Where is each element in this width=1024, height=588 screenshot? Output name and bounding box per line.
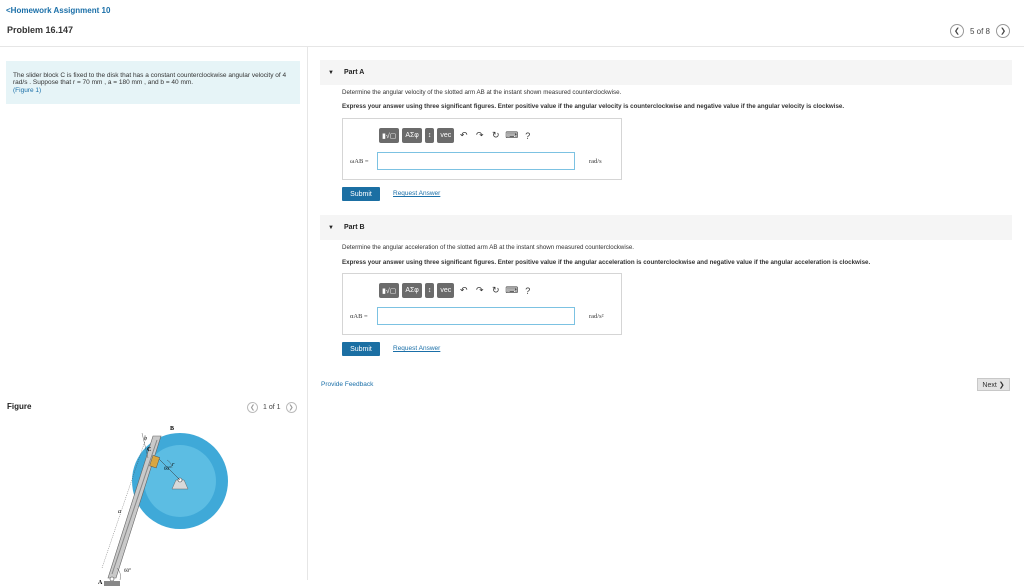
collapse-triangle-icon[interactable]: ▼ — [328, 70, 334, 76]
part-a-header[interactable]: ▼ Part A — [320, 60, 1012, 85]
vector-button[interactable]: vec — [437, 128, 455, 143]
prev-problem-button[interactable]: ❮ — [949, 24, 964, 38]
next-problem-button[interactable]: ❯ — [996, 24, 1010, 38]
redo-icon[interactable]: ↷ — [473, 283, 486, 298]
part-b-answer-box: ▮√▢ ΑΣφ ↕ vec ↶ ↷ ↻ ⌨ ? αAB = rad/s² — [342, 273, 622, 335]
arrows-button[interactable]: ↕ — [424, 128, 435, 143]
provide-feedback-link[interactable]: Provide Feedback — [321, 381, 373, 388]
mechanism-figure: b B C r 60° a A 60° — [98, 426, 228, 586]
part-a-instruction: Express your answer using three signific… — [342, 103, 845, 110]
figure-link[interactable]: (Figure 1) — [13, 87, 41, 94]
next-figure-button[interactable]: ❯ — [285, 402, 297, 413]
top-bar: <Homework Assignment 10 Problem 16.147 ❮… — [0, 0, 1024, 47]
part-b-submit-button[interactable]: Submit — [342, 342, 380, 356]
label-B: B — [170, 426, 174, 432]
math-toolbar: ▮√▢ ΑΣφ ↕ vec ↶ ↷ ↻ ⌨ ? — [379, 283, 534, 298]
part-a-answer-box: ▮√▢ ΑΣφ ↕ vec ↶ ↷ ↻ ⌨ ? ωAB = rad/s — [342, 118, 622, 180]
label-A: A — [98, 580, 103, 586]
reset-icon[interactable]: ↻ — [489, 128, 502, 143]
left-panel: The slider block C is fixed to the disk … — [0, 46, 308, 586]
part-a-question: Determine the angular velocity of the sl… — [342, 89, 622, 96]
redo-icon[interactable]: ↷ — [473, 128, 486, 143]
math-toolbar: ▮√▢ ΑΣφ ↕ vec ↶ ↷ ↻ ⌨ ? — [379, 128, 534, 143]
next-button[interactable]: Next ❯ — [977, 378, 1010, 391]
label-angle-bottom: 60° — [124, 569, 131, 574]
part-b-request-answer-link[interactable]: Request Answer — [393, 345, 440, 352]
figure-pager: ❮ 1 of 1 ❯ — [247, 402, 297, 413]
label-a: a — [118, 509, 121, 515]
part-a-submit-button[interactable]: Submit — [342, 187, 380, 201]
part-a-unit: rad/s — [589, 158, 602, 165]
collapse-triangle-icon[interactable]: ▼ — [328, 225, 334, 231]
part-b-header[interactable]: ▼ Part B — [320, 215, 1012, 240]
part-b-title: Part B — [343, 224, 365, 231]
help-icon[interactable]: ? — [521, 283, 534, 298]
part-a-title: Part A — [343, 69, 365, 76]
prev-figure-button[interactable]: ❮ — [247, 402, 258, 413]
help-icon[interactable]: ? — [521, 128, 534, 143]
label-C: C — [147, 447, 151, 453]
label-angle-top: 60° — [164, 467, 171, 472]
part-b-question: Determine the angular acceleration of th… — [342, 244, 634, 251]
templates-button[interactable]: ▮√▢ — [379, 128, 400, 143]
keyboard-icon[interactable]: ⌨ — [505, 283, 518, 298]
back-to-assignment-link[interactable]: <Homework Assignment 10 — [6, 6, 110, 15]
part-b-answer-label: αAB = — [350, 313, 368, 320]
templates-button[interactable]: ▮√▢ — [379, 283, 400, 298]
arrows-button[interactable]: ↕ — [424, 283, 435, 298]
part-b-answer-input[interactable] — [377, 307, 575, 325]
keyboard-icon[interactable]: ⌨ — [505, 128, 518, 143]
vector-button[interactable]: vec — [437, 283, 455, 298]
figure-heading: Figure — [7, 402, 32, 411]
problem-pager: ❮ 5 of 8 ❯ — [949, 24, 1010, 38]
part-a-answer-input[interactable] — [377, 152, 575, 170]
figure-pager-text: 1 of 1 — [263, 404, 281, 411]
label-b: b — [144, 436, 147, 442]
problem-text: The slider block C is fixed to the disk … — [13, 72, 287, 87]
problem-pager-text: 5 of 8 — [969, 26, 990, 36]
part-a-answer-label: ωAB = — [350, 158, 369, 165]
part-b-unit: rad/s² — [589, 313, 604, 320]
problem-title: Problem 16.147 — [7, 25, 74, 35]
part-a-request-answer-link[interactable]: Request Answer — [393, 190, 440, 197]
reset-icon[interactable]: ↻ — [489, 283, 502, 298]
problem-statement: The slider block C is fixed to the disk … — [6, 61, 300, 104]
greek-symbols-button[interactable]: ΑΣφ — [402, 128, 422, 143]
greek-symbols-button[interactable]: ΑΣφ — [402, 283, 422, 298]
undo-icon[interactable]: ↶ — [457, 128, 470, 143]
undo-icon[interactable]: ↶ — [457, 283, 470, 298]
part-b-instruction: Express your answer using three signific… — [342, 259, 871, 266]
